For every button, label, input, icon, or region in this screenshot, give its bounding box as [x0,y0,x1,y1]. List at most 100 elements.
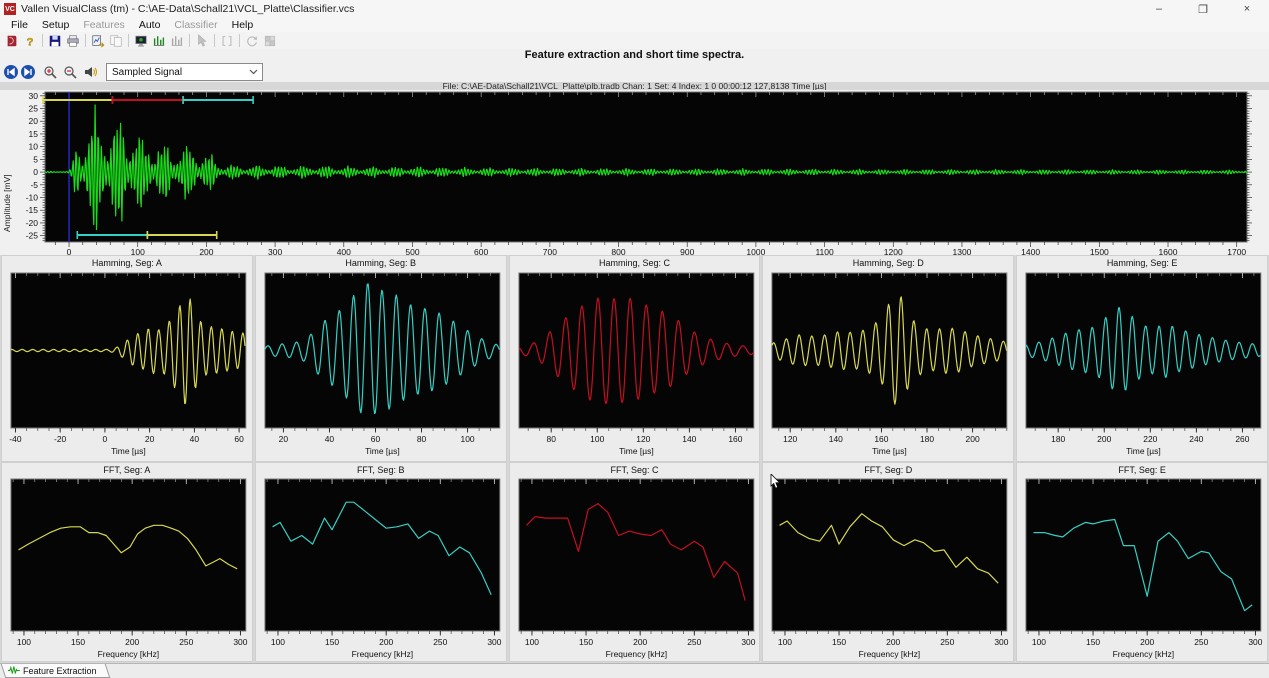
toolbar-separator [42,34,43,47]
zoom-out-button[interactable] [62,64,78,80]
app-logo: VC [4,3,16,15]
menu-help[interactable]: Help [225,19,261,31]
hamming-row: Hamming, Seg: A-40-200204060Time [µs] Ham… [0,255,1269,462]
x-tick-label: 250 [941,637,955,647]
x-tick-label: 200 [379,637,393,647]
menu-features[interactable]: Features [76,19,131,31]
x-axis-label: Frequency [kHz] [605,649,667,659]
x-tick-label: 200 [633,637,647,647]
x-tick-label: 250 [687,637,701,647]
toolbar-separator [85,34,86,47]
bottom-tab-bar: Feature Extraction [0,663,1269,678]
export-signal-icon[interactable] [89,33,107,48]
x-axis-label: Frequency [kHz] [98,649,160,659]
x-tick-label: 100 [1032,637,1046,647]
feature-clear-icon[interactable] [168,33,186,48]
fft-plot-D[interactable]: 100150200250300Frequency [kHz] [763,476,1013,659]
help-contents-icon[interactable] [3,33,21,48]
x-tick-label: 150 [832,637,846,647]
menu-classifier[interactable]: Classifier [167,19,224,31]
x-tick-label: 300 [233,637,247,647]
x-tick-label: 150 [71,637,85,647]
x-axis-label: Frequency [kHz] [351,649,413,659]
x-tick-label: 900 [680,247,694,255]
zoom-in-button[interactable] [42,64,58,80]
menu-auto[interactable]: Auto [132,19,168,31]
y-tick-label: -20 [26,218,39,228]
fft-plot-E[interactable]: 100150200250300Frequency [kHz] [1017,476,1267,659]
x-tick-label: 300 [268,247,282,255]
y-tick-label: 5 [33,154,38,164]
x-tick-label: 400 [337,247,351,255]
fft-plot-C[interactable]: 100150200250300Frequency [kHz] [510,476,760,659]
hamming-plot-E[interactable]: 180200220240260Time [µs] [1017,269,1267,459]
sampled-signal-plot[interactable]: 302520151050-5-10-15-20-2501002003004005… [0,90,1269,255]
x-tick-label: 200 [1140,637,1154,647]
x-tick-label: 1600 [1159,247,1178,255]
plot-title: FFT, Seg: A [2,463,252,476]
print-icon[interactable] [64,33,82,48]
x-tick-label: 140 [829,434,843,444]
control-bar: Sampled Signal [0,62,1269,82]
x-tick-label: 120 [636,434,650,444]
x-tick-label: 80 [417,434,427,444]
fft-row: FFT, Seg: A100150200250300Frequency [kHz… [0,462,1269,662]
hamming-plot-B[interactable]: 20406080100Time [µs] [256,269,506,459]
x-tick-label: 140 [682,434,696,444]
hamming-panel-A: Hamming, Seg: A-40-200204060Time [µs] [1,255,253,462]
x-tick-label: 60 [234,434,244,444]
x-tick-label: 180 [920,434,934,444]
x-tick-label: 1400 [1021,247,1040,255]
x-axis-label: Time [µs] [365,446,400,456]
maximize-button[interactable]: ❐ [1181,0,1225,18]
plot-title: FFT, Seg: C [510,463,760,476]
x-axis-label: Time [µs] [619,446,654,456]
x-tick-label: 100 [17,637,31,647]
close-button[interactable]: × [1225,0,1269,18]
x-tick-label: 100 [778,637,792,647]
svg-text:?: ? [27,36,34,48]
hamming-panel-D: Hamming, Seg: D120140160180200Time [µs] [762,255,1014,462]
next-set-button[interactable] [21,65,35,79]
menu-file[interactable]: File [4,19,35,31]
x-tick-label: 100 [271,637,285,647]
y-tick-label: -10 [26,193,39,203]
y-tick-label: -25 [26,231,39,241]
prev-set-button[interactable] [4,65,18,79]
copy-icon[interactable] [107,33,125,48]
fft-panel-A: FFT, Seg: A100150200250300Frequency [kHz… [1,462,253,662]
sampled-signal-plot-panel: Amplitude [mV] 302520151050-5-10-15-20-2… [0,90,1269,255]
hamming-plot-C[interactable]: 80100120140160Time [µs] [510,269,760,459]
hamming-panel-C: Hamming, Seg: C80100120140160Time [µs] [509,255,761,462]
signal-select[interactable]: Sampled Signal [106,63,263,81]
menu-setup[interactable]: Setup [35,19,76,31]
feature-extraction-icon[interactable] [150,33,168,48]
x-tick-label: 200 [1097,434,1111,444]
measure-tool-icon[interactable] [218,33,236,48]
speaker-icon[interactable] [82,64,98,80]
hamming-plot-A[interactable]: -40-200204060Time [µs] [2,269,252,459]
context-help-icon[interactable]: ? [21,33,39,48]
x-tick-label: 800 [611,247,625,255]
fft-plot-A[interactable]: 100150200250300Frequency [kHz] [2,476,252,659]
x-tick-label: 200 [887,637,901,647]
classifier-grid-icon[interactable] [261,33,279,48]
tab-feature-extraction[interactable]: Feature Extraction [1,664,110,678]
waveform-icon [8,666,20,675]
x-tick-label: 40 [325,434,335,444]
hamming-plot-D[interactable]: 120140160180200Time [µs] [763,269,1013,459]
minimize-button[interactable]: – [1137,0,1181,18]
menu-bar: FileSetupFeaturesAutoClassifierHelp [0,18,1269,32]
toolbar: ? [0,32,1269,50]
x-tick-label: 20 [278,434,288,444]
title-bar: VC Vallen VisualClass (tm) - C:\AE-Data\… [0,0,1269,19]
pointer-tool-icon[interactable] [193,33,211,48]
reload-icon[interactable] [243,33,261,48]
display-settings-icon[interactable] [132,33,150,48]
x-tick-label: 1700 [1227,247,1246,255]
x-tick-label: 1300 [952,247,971,255]
x-tick-label: 160 [875,434,889,444]
save-icon[interactable] [46,33,64,48]
fft-plot-B[interactable]: 100150200250300Frequency [kHz] [256,476,506,659]
plot-title: Hamming, Seg: C [510,256,760,269]
